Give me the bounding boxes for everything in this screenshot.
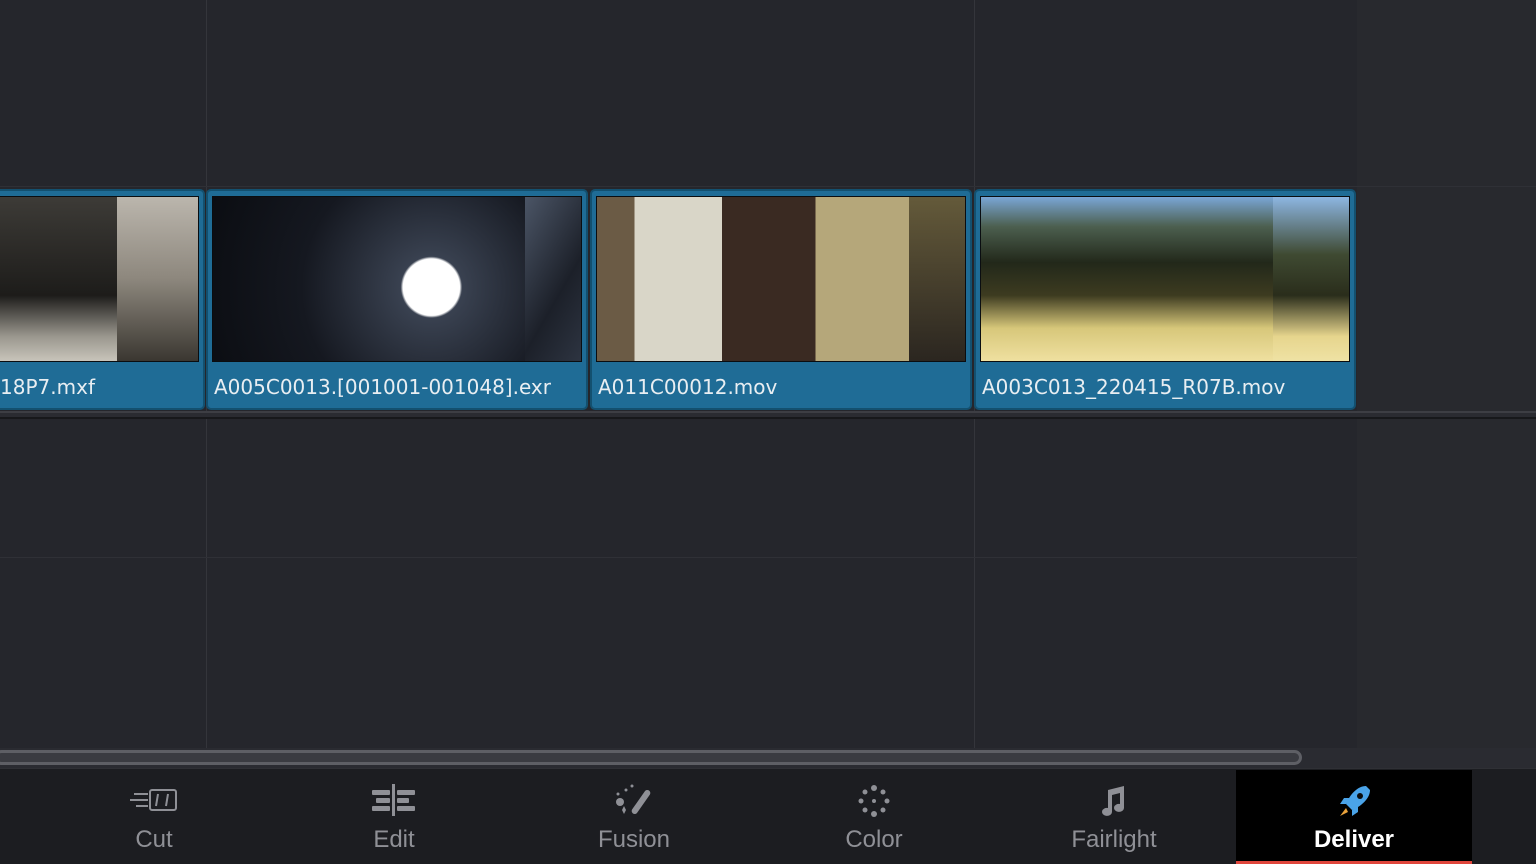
timeline-horizontal-scrollbar[interactable]	[0, 748, 1536, 768]
clip-thumbnail	[980, 196, 1350, 362]
page-tab-label: Cut	[135, 826, 173, 853]
page-tab-label: Fusion	[597, 826, 671, 853]
page-tab-deliver[interactable]: Deliver	[1236, 770, 1472, 864]
clip-thumbnail	[0, 196, 199, 362]
page-tab-label: Edit	[373, 826, 415, 853]
timeline-end-area	[1357, 0, 1536, 748]
page-tab-label: Color	[845, 826, 903, 853]
fusion-page-icon	[608, 782, 660, 822]
clip-thumbnail	[596, 196, 966, 362]
page-tab-edit[interactable]: Edit	[276, 770, 512, 864]
page-tab-color[interactable]: Color	[756, 770, 992, 864]
deliver-page-icon	[1328, 782, 1380, 822]
timeline-clip[interactable]: A011C00012.mov	[590, 189, 972, 410]
page-tab-fairlight[interactable]: Fairlight	[996, 770, 1232, 864]
page-tab-cut[interactable]: Cut	[36, 770, 272, 864]
track-divider	[0, 186, 1536, 187]
clip-name: A005C0013.[001001-001048].exr	[214, 375, 551, 399]
clip-name: 18P7.mxf	[0, 375, 95, 399]
page-tab-label: Deliver	[1313, 826, 1395, 853]
clip-name: A003C013_220415_R07B.mov	[982, 375, 1286, 399]
page-tab-fusion[interactable]: Fusion	[516, 770, 752, 864]
page-navigation-bar: Cut Edit Fusion Color Fairlight Deliver	[0, 768, 1536, 864]
fairlight-page-icon	[1088, 782, 1140, 822]
track-divider	[0, 557, 1357, 558]
timeline-panel[interactable]: 18P7.mxf A005C0013.[001001-001048].exr A…	[0, 0, 1536, 748]
clip-thumbnail	[212, 196, 582, 362]
resolve-window: 18P7.mxf A005C0013.[001001-001048].exr A…	[0, 0, 1536, 864]
page-tab-label: Fairlight	[1071, 826, 1157, 853]
color-page-icon	[848, 782, 900, 822]
timeline-clip[interactable]: 18P7.mxf	[0, 189, 205, 410]
edit-page-icon	[368, 782, 420, 822]
clip-name: A011C00012.mov	[598, 375, 778, 399]
scrollbar-thumb[interactable]	[0, 750, 1302, 765]
timeline-clip[interactable]: A003C013_220415_R07B.mov	[974, 189, 1356, 410]
timeline-clip[interactable]: A005C0013.[001001-001048].exr	[206, 189, 588, 410]
cut-page-icon	[128, 782, 180, 822]
track-separator	[0, 411, 1536, 419]
